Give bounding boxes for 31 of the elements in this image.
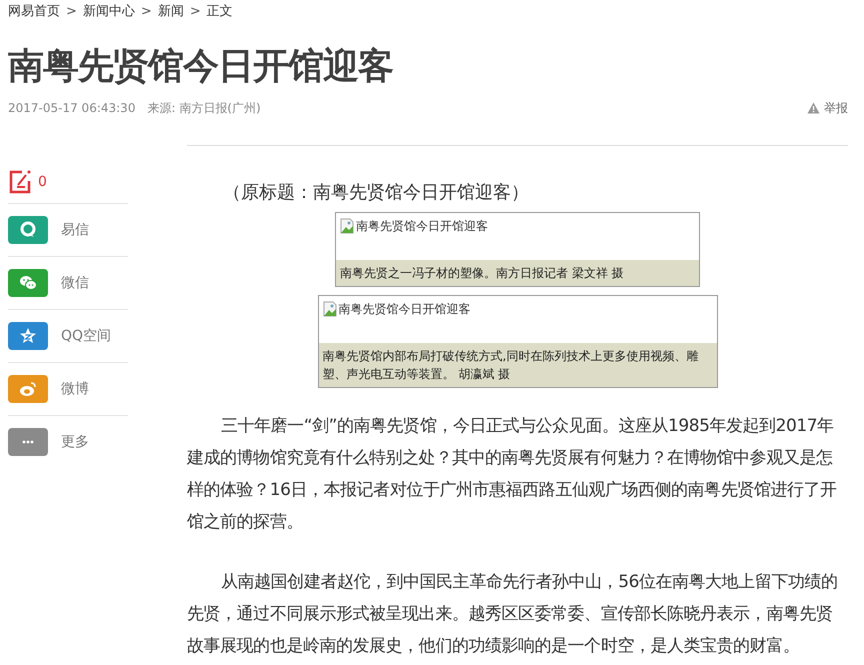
news-source: 来源: 南方日报(广州) [147,100,261,116]
breadcrumb-separator: > [190,4,201,18]
breadcrumb-link[interactable]: 新闻中心 [82,2,135,20]
chat-bubbles-icon[interactable] [8,269,48,297]
breadcrumb-separator: > [140,4,152,18]
breadcrumb-link[interactable]: 新闻 [158,2,184,20]
image-caption: 南粤先贤馆内部布局打破传统方式,同时在陈列技术上更多使用视频、雕塑、声光电互动等装置。 胡瀛斌 摄 [318,343,716,387]
article-title: 南粤先贤馆今日开馆迎客 [8,45,394,89]
share-link[interactable]: 易信 [61,221,89,239]
speech-ring-icon[interactable] [8,216,48,244]
breadcrumb-link[interactable]: 正文 [206,2,233,20]
image-alt-text: 南粤先贤馆今日开馆迎客 [356,218,488,235]
share-link[interactable]: 微博 [61,380,89,398]
image-alt-text: 南粤先贤馆今日开馆迎客 [338,301,470,318]
share-link[interactable]: QQ空间 [61,327,112,345]
comment-count[interactable]: 0 [38,174,47,190]
broken-image-icon [322,301,338,317]
breadcrumb-link[interactable]: 网易首页 [8,2,60,20]
publish-time: 2017-05-17 06:43:30 [8,101,136,115]
report-link[interactable]: 举报 [807,100,848,116]
original-title: （原标题：南粤先贤馆今日开馆迎客） [223,181,530,205]
share-link[interactable]: 微信 [61,274,89,292]
broken-image-icon [340,218,356,234]
article-paragraph: 从南越国创建者赵佗，到中国民主革命先行者孙中山，56位在南粤大地上留下功绩的先贤，通过不同展示形式被呈现出来。越秀区区委常委、宣传部长陈晓丹表示，南粤先贤故事展现的也是岭南的发展史，他们的功绩影响的是一个时空，是人类宝贵的财富。 [187,571,839,658]
more-icon[interactable] [8,428,48,456]
image-caption: 南粤先贤之一冯子材的塑像。南方日报记者 梁文祥 摄 [336,260,699,286]
article-paragraph: 三十年磨一“剑”的南粤先贤馆，今日正式与公众见面。这座从1985年发起到2017年建成的博物馆究竟有什么特别之处？其中的南粤先贤展有何魅力？在博物馆中参观又是怎样的体验？16日，本报记者对位于广州市惠福西路五仙观广场西侧的南粤先贤馆进行了开馆之前的探营。 [187,415,838,534]
share-link[interactable]: 更多 [61,433,89,451]
eye-icon[interactable] [8,375,48,403]
warning-icon [807,102,820,114]
breadcrumb-separator: > [66,4,77,18]
